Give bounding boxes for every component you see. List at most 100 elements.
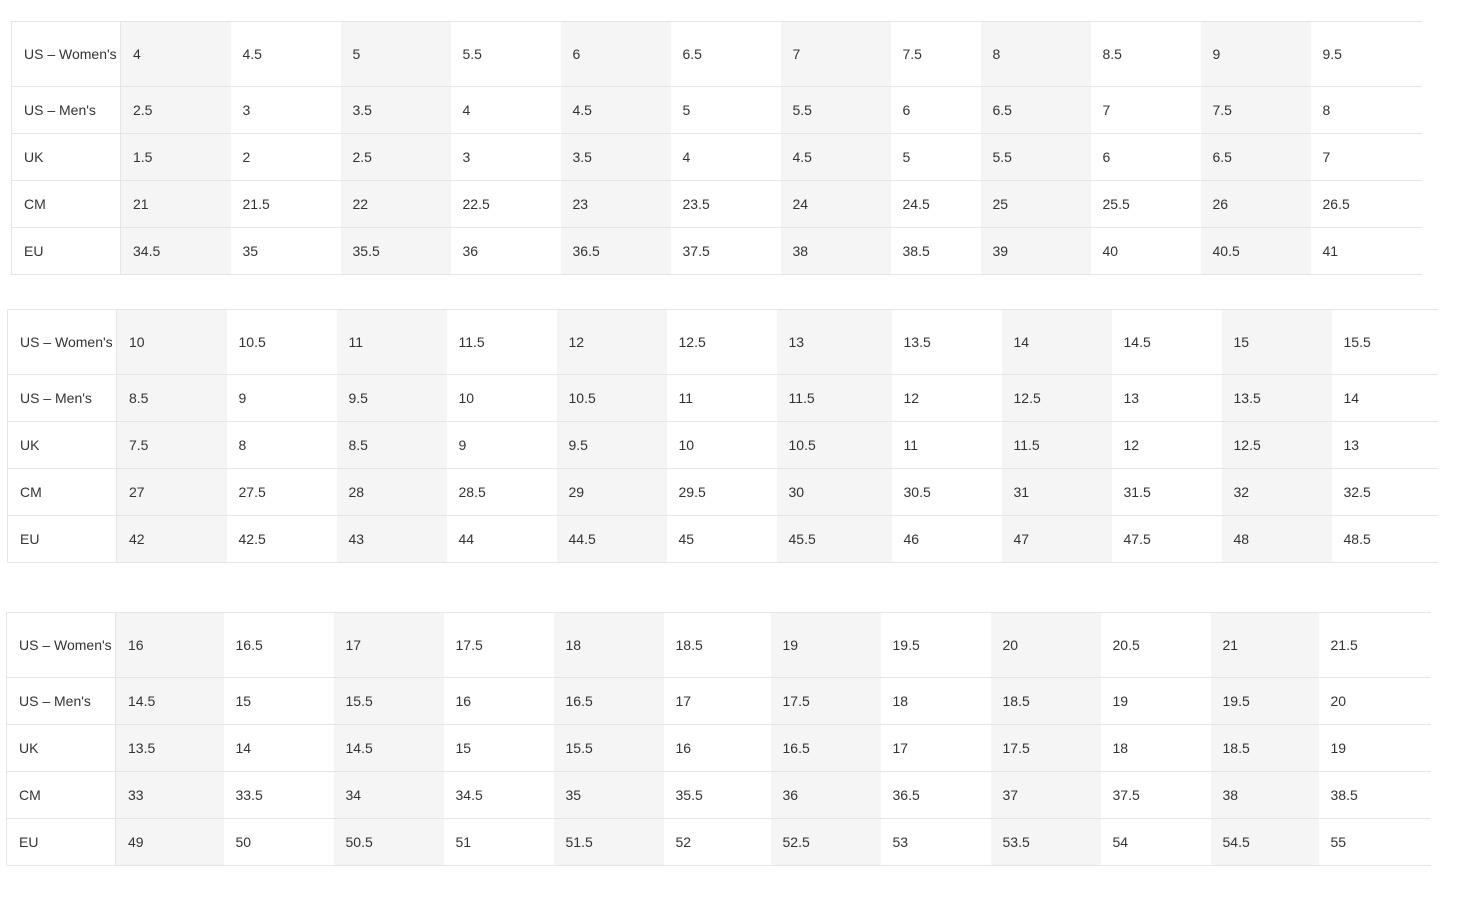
- size-cell: 36: [770, 771, 881, 819]
- size-cell: 32.5: [1331, 468, 1438, 516]
- size-row: US – Women's 10 10.5 11 11.5 12 12.5 13 13.5 14 14…: [7, 309, 1438, 375]
- size-cell: 12: [1111, 421, 1222, 469]
- size-cell: 18: [1100, 724, 1211, 772]
- size-cell: 55: [1318, 818, 1431, 866]
- row-label: UK: [6, 724, 116, 772]
- size-cell: 22.5: [450, 180, 561, 228]
- size-cell: 1.5: [120, 133, 231, 181]
- size-cell: 38: [780, 227, 891, 275]
- size-cell: 11.5: [1001, 421, 1112, 469]
- size-row: EU 34.5 35 35.5 36 36.5 37.5 38 38.5 39 40 40.5 41: [11, 227, 1422, 275]
- size-cell: 12: [556, 309, 667, 375]
- size-cell: 24: [780, 180, 891, 228]
- size-cell: 4.5: [780, 133, 891, 181]
- size-cell: 34.5: [443, 771, 554, 819]
- size-cell: 7: [780, 21, 891, 87]
- size-cell: 12.5: [1221, 421, 1332, 469]
- size-cell: 31: [1001, 468, 1112, 516]
- row-label: US – Men's: [11, 86, 121, 134]
- row-label: CM: [6, 771, 116, 819]
- size-row: US – Women's 4 4.5 5 5.5 6 6.5 7 7.5 8 8.5 9 9.5: [11, 21, 1422, 87]
- size-cell: 9.5: [336, 374, 447, 422]
- size-cell: 50.5: [333, 818, 444, 866]
- size-cell: 38.5: [1318, 771, 1431, 819]
- size-row: US – Men's 2.5 3 3.5 4 4.5 5 5.5 6 6.5 7 7.5 8: [11, 86, 1422, 134]
- size-cell: 18.5: [990, 677, 1101, 725]
- size-row: CM 21 21.5 22 22.5 23 23.5 24 24.5 25 25.5 26 26.5: [11, 180, 1422, 228]
- size-cell: 14: [223, 724, 334, 772]
- size-cell: 38: [1210, 771, 1319, 819]
- size-cell: 18.5: [1210, 724, 1319, 772]
- size-cell: 10: [116, 309, 227, 375]
- size-cell: 54: [1100, 818, 1211, 866]
- size-table-1: US – Women's 4 4.5 5 5.5 6 6.5 7 7.5 8 8.5 9 9.5 US –…: [11, 21, 1422, 275]
- row-label: US – Women's: [11, 21, 121, 87]
- size-cell: 3.5: [340, 86, 451, 134]
- size-cell: 14.5: [115, 677, 224, 725]
- size-cell: 30.5: [891, 468, 1002, 516]
- size-cell: 10.5: [556, 374, 667, 422]
- size-cell: 8: [226, 421, 337, 469]
- size-cell: 15: [1221, 309, 1332, 375]
- size-cell: 8.5: [336, 421, 447, 469]
- size-cell: 10: [666, 421, 777, 469]
- size-cell: 3.5: [560, 133, 671, 181]
- size-cell: 16: [443, 677, 554, 725]
- size-cell: 7: [1310, 133, 1422, 181]
- size-cell: 6: [1090, 133, 1201, 181]
- row-label: UK: [11, 133, 121, 181]
- size-cell: 37: [990, 771, 1101, 819]
- size-cell: 42: [116, 515, 227, 563]
- row-label: US – Men's: [6, 677, 116, 725]
- size-cell: 15: [223, 677, 334, 725]
- size-cell: 21.5: [230, 180, 341, 228]
- size-cell: 33.5: [223, 771, 334, 819]
- size-cell: 10: [446, 374, 557, 422]
- size-cell: 53: [880, 818, 991, 866]
- size-cell: 11: [336, 309, 447, 375]
- row-label: US – Women's: [6, 612, 116, 678]
- size-cell: 13: [776, 309, 892, 375]
- size-cell: 17: [880, 724, 991, 772]
- size-cell: 18: [553, 612, 664, 678]
- row-label: UK: [7, 421, 117, 469]
- size-cell: 22: [340, 180, 451, 228]
- size-cell: 27.5: [226, 468, 337, 516]
- size-cell: 47: [1001, 515, 1112, 563]
- size-cell: 4: [670, 133, 781, 181]
- size-cell: 18: [880, 677, 991, 725]
- size-cell: 5: [670, 86, 781, 134]
- size-cell: 15.5: [333, 677, 444, 725]
- size-cell: 48.5: [1331, 515, 1438, 563]
- size-cell: 18.5: [663, 612, 771, 678]
- size-cell: 40.5: [1200, 227, 1311, 275]
- size-cell: 8: [980, 21, 1091, 87]
- size-cell: 37.5: [670, 227, 781, 275]
- size-cell: 25: [980, 180, 1091, 228]
- size-cell: 38.5: [890, 227, 981, 275]
- size-cell: 23: [560, 180, 671, 228]
- size-cell: 21: [120, 180, 231, 228]
- size-cell: 11: [666, 374, 777, 422]
- size-cell: 12.5: [666, 309, 777, 375]
- size-cell: 16.5: [553, 677, 664, 725]
- size-cell: 6: [560, 21, 671, 87]
- row-label: EU: [7, 515, 117, 563]
- row-label: CM: [7, 468, 117, 516]
- size-cell: 36: [450, 227, 561, 275]
- size-row: CM 33 33.5 34 34.5 35 35.5 36 36.5 37 37.5 38 38.5: [6, 771, 1431, 819]
- size-cell: 19: [770, 612, 881, 678]
- size-cell: 36.5: [880, 771, 991, 819]
- size-cell: 23.5: [670, 180, 781, 228]
- row-label: US – Men's: [7, 374, 117, 422]
- size-cell: 13.5: [115, 724, 224, 772]
- size-cell: 16: [663, 724, 771, 772]
- size-cell: 40: [1090, 227, 1201, 275]
- size-cell: 26: [1200, 180, 1311, 228]
- size-cell: 15.5: [553, 724, 664, 772]
- size-cell: 19.5: [880, 612, 991, 678]
- size-cell: 17: [333, 612, 444, 678]
- size-cell: 52: [663, 818, 771, 866]
- size-cell: 13: [1111, 374, 1222, 422]
- size-cell: 54.5: [1210, 818, 1319, 866]
